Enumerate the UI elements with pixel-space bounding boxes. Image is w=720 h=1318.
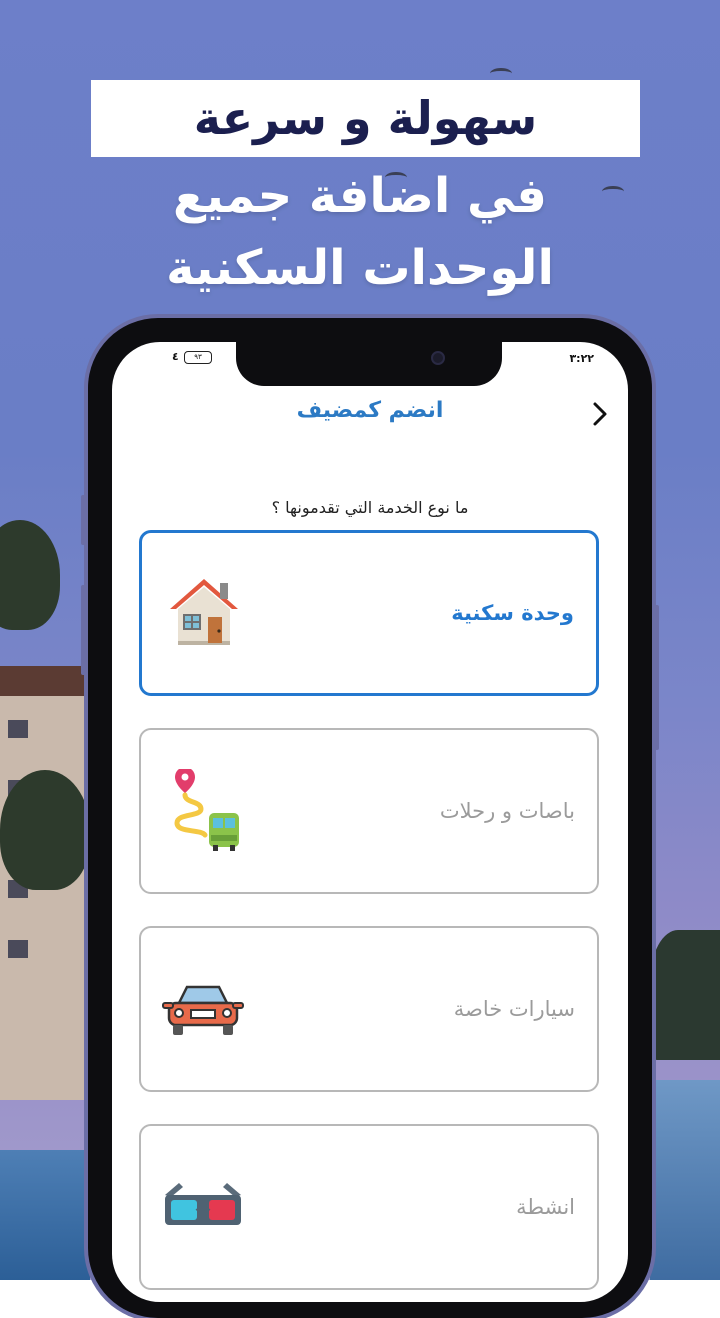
option-private-cars[interactable]: سيارات خاصة [139,926,599,1092]
camera-icon [431,351,445,365]
battery-icon: ٩٣ [184,351,212,364]
phone-side-button [81,495,87,545]
option-label: سيارات خاصة [453,997,575,1021]
page-title: انضم كمضيف [296,398,444,423]
service-question: ما نوع الخدمة التي تقدمونها ؟ [271,498,469,517]
headline-line-1: في اضافة جميع [173,168,547,224]
car-icon [162,985,244,1035]
trees [650,930,720,1060]
phone-side-button [81,585,87,675]
bird-icon [490,68,512,79]
headline-line-2: الوحدات السكنية [166,240,554,296]
palm-tree [0,520,60,630]
house-icon [170,579,238,645]
option-label: انشطة [516,1195,575,1219]
status-time: ٣:٢٢ [569,352,594,365]
pool [0,1150,90,1280]
building [0,666,100,1100]
option-label: باصات و رحلات [439,799,575,823]
option-buses-trips[interactable]: باصات و رحلات [139,728,599,894]
notch [236,342,502,386]
phone-screen: ٣:٢٢ ٤ ٩٣ انضم كمضيف ما نوع الخدمة التي … [112,342,628,1302]
signal-indicator: ٤ [172,350,179,363]
palm-tree [0,770,90,890]
option-activities[interactable]: انشطة [139,1124,599,1290]
bus-route-icon [174,769,239,851]
3d-glasses-icon [165,1183,241,1225]
headline-banner-text: سهولة و سرعة [193,91,538,145]
phone-frame: ٣:٢٢ ٤ ٩٣ انضم كمضيف ما نوع الخدمة التي … [88,318,652,1318]
pool [650,1080,720,1280]
option-label: وحدة سكنية [451,601,574,625]
phone-side-button [653,605,659,750]
option-housing-unit[interactable]: وحدة سكنية [139,530,599,696]
